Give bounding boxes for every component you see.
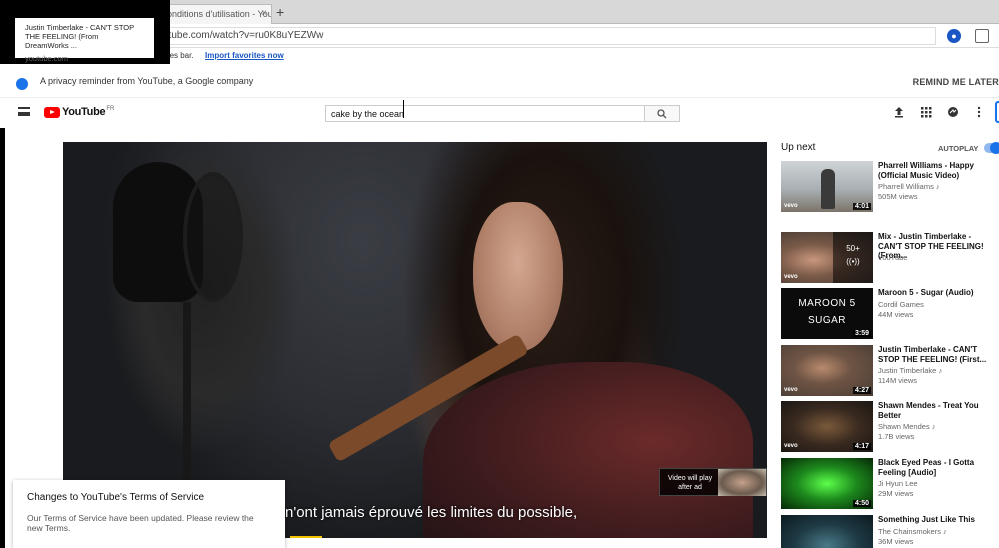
video-title[interactable]: Maroon 5 - Sugar (Audio)	[878, 288, 996, 298]
vevo-label: vevo	[784, 387, 798, 393]
up-next-heading: Up next	[781, 142, 816, 153]
tooltip-title: Justin Timberlake - CAN'T STOP THE FEELI…	[25, 23, 134, 50]
list-item[interactable]: MAROON 5 SUGAR 3:59 Maroon 5 - Sugar (Au…	[781, 288, 999, 342]
list-item[interactable]: vevo 4:01 Pharrell Williams - Happy (Off…	[781, 161, 999, 215]
upload-icon[interactable]	[893, 106, 905, 118]
view-count: 1.7B views	[878, 432, 915, 441]
video-thumbnail[interactable]: vevo 4:27	[781, 345, 873, 396]
mix-count: 50+	[846, 244, 860, 253]
browser-tab[interactable]: onditions d'utilisation - YouTu ×	[160, 4, 272, 24]
vevo-label: vevo	[784, 203, 798, 209]
privacy-banner: A privacy reminder from YouTube, a Googl…	[0, 64, 999, 98]
view-count: 44M views	[878, 310, 914, 319]
thumb-text-1: MAROON 5	[798, 298, 856, 309]
thumb-figure	[821, 169, 835, 209]
autoplay-label: AUTOPLAY	[938, 144, 979, 153]
video-progress-bar[interactable]	[290, 536, 322, 538]
youtube-header: YouTube FR cake by the ocean	[0, 98, 999, 128]
hamburger-menu-icon[interactable]	[18, 107, 30, 116]
view-count: 36M views	[878, 537, 914, 546]
search-input[interactable]: cake by the ocean	[325, 105, 645, 122]
text-cursor	[403, 100, 407, 118]
left-edge-bar	[0, 128, 5, 548]
autoplay-toggle[interactable]	[984, 142, 999, 154]
privacy-text: A privacy reminder from YouTube, a Googl…	[40, 76, 254, 86]
list-item[interactable]: 4:50 Black Eyed Peas - I Gotta Feeling […	[781, 458, 999, 512]
apps-grid-icon[interactable]	[920, 106, 932, 118]
shield-icon	[16, 78, 28, 90]
mix-icon: ((•))	[846, 257, 860, 266]
video-thumbnail[interactable]: vevo 4:01	[781, 161, 873, 212]
video-thumbnail[interactable]: vevo 4:17	[781, 401, 873, 452]
new-tab-icon[interactable]: +	[276, 5, 284, 19]
channel-name[interactable]: Cordil Games	[878, 300, 924, 309]
video-frame-face	[473, 202, 563, 352]
remind-later-button[interactable]: REMIND ME LATER	[913, 77, 999, 87]
messages-icon[interactable]	[947, 106, 959, 118]
video-title[interactable]: Shawn Mendes - Treat You Better	[878, 401, 996, 420]
tab-tooltip: Justin Timberlake - CAN'T STOP THE FEELI…	[15, 18, 154, 63]
logo-text: YouTube	[62, 106, 106, 118]
video-title[interactable]: Pharrell Williams - Happy (Official Musi…	[878, 161, 996, 180]
video-frame-pop-filter	[183, 172, 243, 302]
mix-overlay: 50+ ((•))	[833, 232, 873, 283]
terms-body: Our Terms of Service have been updated. …	[27, 513, 254, 533]
channel-name[interactable]: Justin Timberlake ♪	[878, 366, 942, 375]
region-label: FR	[106, 106, 115, 112]
video-title[interactable]: Something Just Like This	[878, 515, 996, 525]
thumb-text-2: SUGAR	[807, 315, 847, 326]
terms-title: Changes to YouTube's Terms of Service	[27, 492, 205, 503]
more-options-icon[interactable]	[976, 106, 982, 118]
collections-icon[interactable]	[975, 29, 989, 43]
vevo-label: vevo	[784, 274, 798, 280]
tab-title: onditions d'utilisation - YouTu	[167, 9, 272, 19]
search-icon	[657, 109, 667, 119]
list-item[interactable]: vevo 4:17 Shawn Mendes - Treat You Bette…	[781, 401, 999, 455]
toggle-knob	[990, 142, 999, 154]
channel-name[interactable]: Ji Hyun Lee	[878, 479, 918, 488]
channel-name[interactable]: YouTube	[878, 253, 907, 262]
list-item[interactable]: vevo 50+ ((•)) Mix - Justin Timberlake -…	[781, 232, 999, 286]
terms-dialog: Changes to YouTube's Terms of Service Ou…	[13, 480, 285, 548]
url-field[interactable]: utube.com/watch?v=ru0K8uYEZWw	[150, 27, 936, 45]
search-button[interactable]	[644, 105, 680, 122]
ad-text: Video will play after ad	[667, 475, 713, 491]
video-title[interactable]: Black Eyed Peas - I Gotta Feeling [Audio…	[878, 458, 996, 477]
list-item[interactable]: Something Just Like This The Chainsmoker…	[781, 515, 999, 548]
video-title[interactable]: Justin Timberlake - CAN'T STOP THE FEELI…	[878, 345, 996, 364]
ad-thumbnail	[718, 469, 766, 496]
sign-in-button[interactable]	[995, 101, 999, 123]
channel-name[interactable]: Shawn Mendes ♪	[878, 422, 936, 431]
tooltip-source: youtube.com	[25, 54, 68, 63]
channel-name[interactable]: Pharrell Williams ♪	[878, 182, 940, 191]
import-favorites-link[interactable]: Import favorites now	[205, 51, 284, 60]
view-count: 114M views	[878, 376, 918, 385]
duration-badge: 4:17	[852, 443, 871, 450]
view-count: 29M views	[878, 489, 914, 498]
duration-badge: 4:01	[852, 203, 871, 210]
ad-preview[interactable]: Video will play after ad	[659, 468, 767, 496]
video-thumbnail[interactable]: vevo 50+ ((•))	[781, 232, 873, 283]
video-subtitle: n'ont jamais éprouvé les limites du poss…	[285, 504, 578, 521]
video-thumbnail[interactable]: MAROON 5 SUGAR 3:59	[781, 288, 873, 339]
play-logo-icon	[44, 106, 60, 118]
channel-name[interactable]: The Chainsmokers ♪	[878, 527, 947, 536]
duration-badge: 4:50	[852, 500, 871, 507]
video-thumbnail[interactable]	[781, 515, 873, 548]
close-icon[interactable]: ×	[261, 8, 267, 19]
list-item[interactable]: vevo 4:27 Justin Timberlake - CAN'T STOP…	[781, 345, 999, 399]
youtube-logo[interactable]: YouTube FR	[44, 106, 114, 118]
video-thumbnail[interactable]: 4:50	[781, 458, 873, 509]
vevo-label: vevo	[784, 443, 798, 449]
duration-badge: 4:27	[852, 387, 871, 394]
extension-icon[interactable]: ●	[947, 29, 961, 43]
duration-badge: 3:59	[852, 330, 871, 337]
view-count: 505M views	[878, 192, 918, 201]
